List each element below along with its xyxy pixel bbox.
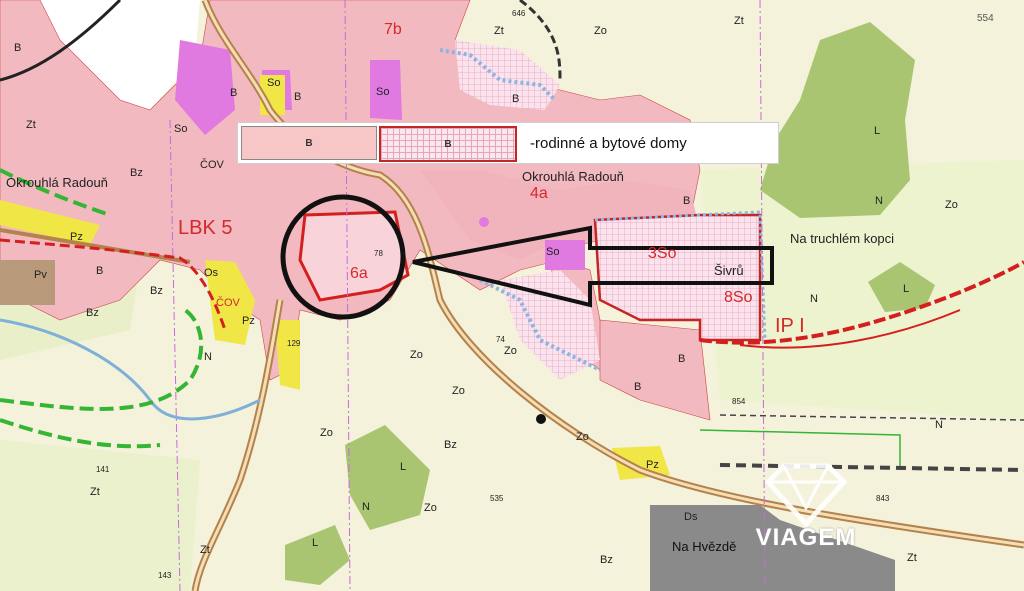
zone-code: Zo xyxy=(504,345,517,357)
zone-code: L xyxy=(312,537,319,549)
zone-code: B xyxy=(14,42,22,54)
brand-name: VIAGEM xyxy=(755,524,857,551)
zone-code: B xyxy=(230,87,238,99)
zone-code: N xyxy=(204,351,212,363)
zone-code: So xyxy=(546,246,560,258)
zone-code: So xyxy=(174,123,188,135)
parcel-number: 843 xyxy=(876,494,890,503)
parcel-number: 646 xyxy=(512,9,526,18)
zone-code: N xyxy=(875,195,883,207)
zone-code: Zt xyxy=(907,552,917,564)
zone-code: Zt xyxy=(200,544,210,556)
parcel-number: 74 xyxy=(496,335,505,344)
zone-code: Zo xyxy=(424,502,437,514)
parcel-number: 141 xyxy=(96,465,110,474)
place-name: Na truchlém kopci xyxy=(790,231,895,246)
plot-code: 3So xyxy=(648,245,677,262)
place-name: Na Hvězdě xyxy=(672,539,737,554)
legend-text: -rodinné a bytové domy xyxy=(530,135,687,152)
zone-code: ČOV xyxy=(216,297,240,309)
zoning-map: B B -rodinné a bytové domy Okrouhlá Rado… xyxy=(0,0,1024,591)
legend-swatch-existing: B xyxy=(241,126,377,160)
corridor-code: LBK 5 xyxy=(178,217,233,239)
zone-code: Bz xyxy=(150,285,163,297)
zone-code: N xyxy=(935,419,943,431)
zone-code: Zo xyxy=(945,199,958,211)
zone-code: Zo xyxy=(576,431,589,443)
zone-code: Zt xyxy=(734,15,744,27)
zone-code: Zo xyxy=(452,385,465,397)
corridor-code: IP I xyxy=(775,315,805,337)
zone-code: B xyxy=(512,93,520,105)
parcel-number: 78 xyxy=(374,249,383,258)
point-marker xyxy=(536,414,546,424)
zone-code: B xyxy=(678,353,686,365)
parcel-number: 535 xyxy=(490,494,504,503)
zone-code: Pz xyxy=(646,459,659,471)
parcel-number: 143 xyxy=(158,571,172,580)
place-name: Okrouhlá Radouň xyxy=(6,175,108,190)
zone-code: Zt xyxy=(26,119,36,131)
parcel-number: 554 xyxy=(977,13,994,24)
zone-code: B xyxy=(683,195,691,207)
plot-code: 6a xyxy=(350,265,368,282)
legend: B B -rodinné a bytové domy xyxy=(237,122,779,164)
zone-code: Ds xyxy=(684,511,698,523)
zone-code: Pz xyxy=(70,231,83,243)
zone-code: Zt xyxy=(494,25,504,37)
place-name: Šivrů xyxy=(714,263,744,278)
plot-code: 7b xyxy=(384,21,402,38)
viagem-logo: VIAGEM xyxy=(736,458,876,558)
zone-code: Pz xyxy=(242,315,255,327)
zone-code: ČOV xyxy=(200,159,224,171)
zone-code: L xyxy=(903,283,910,295)
zone-code: B xyxy=(294,91,302,103)
zone-code: N xyxy=(810,293,818,305)
legend-swatch-proposed: B xyxy=(379,126,517,162)
zone-code: Bz xyxy=(130,167,143,179)
zone-code: So xyxy=(376,86,390,98)
place-name: Okrouhlá Radouň xyxy=(522,169,624,184)
plot-code: 4a xyxy=(530,185,548,202)
zone-code: L xyxy=(400,461,407,473)
diamond-icon xyxy=(764,463,848,528)
zone-code: Zt xyxy=(90,486,100,498)
zone-code: So xyxy=(267,77,281,89)
zone-code: L xyxy=(874,125,881,137)
zone-code: N xyxy=(362,501,370,513)
zone-code: Bz xyxy=(444,439,457,451)
zone-code: Pv xyxy=(34,269,47,281)
zone-code: Zo xyxy=(410,349,423,361)
church-marker xyxy=(479,217,489,227)
zone-code: B xyxy=(96,265,104,277)
zone-code: B xyxy=(634,381,642,393)
zone-code: Bz xyxy=(600,554,613,566)
plot-code: 8So xyxy=(724,289,753,306)
parcel-number: 129 xyxy=(287,339,301,348)
grass-area-south xyxy=(0,440,200,591)
parcel-number: 854 xyxy=(732,397,746,406)
zone-code: Bz xyxy=(86,307,99,319)
zone-code: Zo xyxy=(594,25,607,37)
brown-area-west xyxy=(0,260,55,305)
zone-code: Os xyxy=(204,267,219,279)
zone-code: Zo xyxy=(320,427,333,439)
